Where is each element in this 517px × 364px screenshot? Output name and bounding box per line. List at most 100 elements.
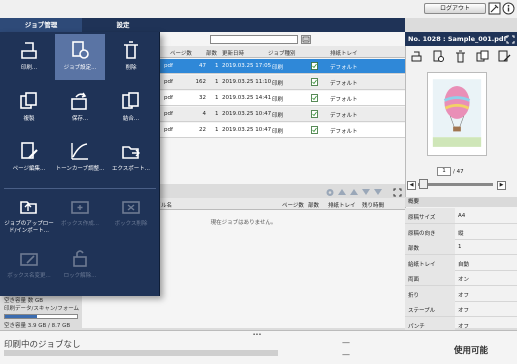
- menu-item-print[interactable]: 印刷...: [4, 34, 54, 80]
- preview-settings-icon[interactable]: [432, 50, 445, 63]
- job-search-input[interactable]: [210, 35, 298, 44]
- menu-item-label: ボックス名変更...: [7, 273, 51, 279]
- splitter-handle[interactable]: •••: [251, 333, 263, 338]
- info-icon[interactable]: [502, 2, 515, 15]
- summary-value: オフ: [458, 292, 470, 299]
- column-pages[interactable]: ページ数: [170, 49, 192, 57]
- menu-item-label: トーンカーブ調整...: [55, 166, 105, 172]
- column-output-tray[interactable]: 排紙トレイ: [330, 49, 358, 57]
- filter-button[interactable]: [301, 35, 311, 44]
- move-top-button[interactable]: [338, 189, 346, 195]
- logout-button[interactable]: ログアウト: [424, 3, 486, 14]
- save-icon: [71, 92, 87, 110]
- job-copies: 1: [215, 79, 219, 85]
- menu-item-label: ボックス削除: [114, 221, 148, 227]
- tab-job-management[interactable]: ジョブ管理: [0, 18, 82, 32]
- trash-icon: [124, 41, 138, 59]
- job-type: 印刷: [272, 65, 284, 71]
- preview-edit-icon[interactable]: [498, 50, 511, 63]
- menu-item-save[interactable]: 保存...: [55, 85, 105, 131]
- menu-item-label: 印刷...: [20, 65, 38, 71]
- summary-key: 両面: [408, 277, 420, 283]
- page-edit-icon: [21, 142, 38, 159]
- job-type: 印刷: [272, 113, 284, 119]
- job-updated: 2019.03.25 11:10: [222, 79, 272, 85]
- tools-icon[interactable]: [488, 2, 501, 15]
- storage-free-line: 空き容量 数 GB: [4, 298, 44, 304]
- preview-expand-icon[interactable]: [506, 35, 515, 44]
- job-type: 印刷: [272, 129, 284, 135]
- job-settings-icon: [72, 41, 89, 59]
- job-name: pdf: [164, 79, 173, 85]
- job-copies: 1: [215, 111, 219, 117]
- queue-column-remaining[interactable]: 残り時間: [362, 201, 384, 209]
- summary-key: 給紙トレイ: [408, 261, 436, 268]
- job-copies: 1: [215, 63, 219, 69]
- queue-column-copies[interactable]: 部数: [308, 201, 319, 209]
- summary-key: 原稿サイズ: [408, 215, 436, 221]
- summary-value: 1: [458, 244, 462, 250]
- job-tray: デフォルト: [330, 81, 358, 87]
- queue-settings-icon[interactable]: [325, 188, 335, 197]
- move-down-button[interactable]: [362, 189, 370, 195]
- menu-item-label: ジョブのアップロード/インポート...: [4, 221, 54, 234]
- box-create-icon: [71, 201, 89, 214]
- job-pages: 22: [199, 127, 206, 133]
- storage-bar-fill: [5, 315, 38, 318]
- menu-item-export[interactable]: エクスポート...: [106, 135, 156, 181]
- preview-copy-icon[interactable]: [476, 50, 489, 63]
- job-pages: 4: [202, 111, 207, 117]
- next-page-button[interactable]: ▶: [497, 181, 506, 190]
- page-slider-knob[interactable]: [419, 179, 429, 189]
- queue-column-pages[interactable]: ページ数: [282, 201, 304, 209]
- queue-column-tray[interactable]: 排紙トレイ: [328, 201, 356, 209]
- job-updated: 2019.03.25 17:05: [222, 63, 272, 69]
- column-copies[interactable]: 部数: [206, 49, 217, 57]
- menu-item-upload[interactable]: ジョブのアップロード/インポート...: [4, 190, 54, 236]
- menu-item-merge[interactable]: 結合...: [106, 85, 156, 131]
- status-dash-top: —: [342, 338, 350, 347]
- menu-item-duplicate[interactable]: 複製: [4, 85, 54, 131]
- menu-item-trash[interactable]: 削除: [106, 34, 156, 80]
- menu-item-label: ロック解除...: [63, 273, 97, 279]
- page-slider-track[interactable]: [418, 183, 493, 186]
- preview-trash-icon[interactable]: [454, 50, 467, 63]
- job-pages: 47: [199, 63, 206, 69]
- column-job-type[interactable]: ジョブ種別: [268, 49, 296, 57]
- menu-item-box-create: ボックス作成...: [55, 190, 105, 236]
- summary-row: 部数 1: [405, 239, 517, 255]
- menu-item-label: ページ編集...: [12, 166, 46, 172]
- box-delete-icon: [122, 201, 140, 214]
- tab-bar: ジョブ管理 設定: [0, 18, 405, 32]
- move-bottom-button[interactable]: [374, 189, 382, 195]
- printing-progress-bar: [4, 350, 278, 356]
- duplicate-icon: [20, 92, 37, 109]
- menu-item-page-edit[interactable]: ページ編集...: [4, 135, 54, 181]
- expand-icon[interactable]: [393, 188, 402, 197]
- summary-row: 給紙トレイ 自動: [405, 254, 517, 271]
- summary-value: オフ: [458, 308, 470, 314]
- prev-page-button[interactable]: ◀: [407, 181, 416, 190]
- job-status-icon: [311, 78, 318, 86]
- storage-category: 印刷データ/スキャン/フォーム: [4, 306, 80, 312]
- menu-item-unlock: ロック解除...: [55, 242, 105, 288]
- column-updated[interactable]: 更新日時: [222, 49, 244, 57]
- job-copies: 1: [215, 95, 219, 101]
- tab-settings[interactable]: 設定: [82, 18, 164, 32]
- move-up-button[interactable]: [350, 189, 358, 195]
- summary-row: 原稿の向き 縦: [405, 223, 517, 240]
- job-tray: デフォルト: [330, 129, 358, 135]
- menu-item-label: 削除: [125, 65, 137, 71]
- filter-icon: [302, 36, 310, 43]
- menu-item-job-settings[interactable]: ジョブ設定...: [55, 34, 105, 80]
- menu-item-tone-curve[interactable]: トーンカーブ調整...: [55, 135, 105, 181]
- preview-print-icon[interactable]: [410, 50, 423, 63]
- merge-icon: [122, 92, 139, 109]
- summary-key: ステープル: [408, 308, 436, 314]
- page-number-input[interactable]: 1: [437, 167, 451, 176]
- summary-header: 概要: [405, 197, 517, 207]
- page-thumbnail[interactable]: [427, 72, 487, 156]
- summary-key: 原稿の向き: [408, 230, 436, 237]
- job-status-icon: [311, 94, 318, 102]
- tone-curve-icon: [71, 143, 88, 160]
